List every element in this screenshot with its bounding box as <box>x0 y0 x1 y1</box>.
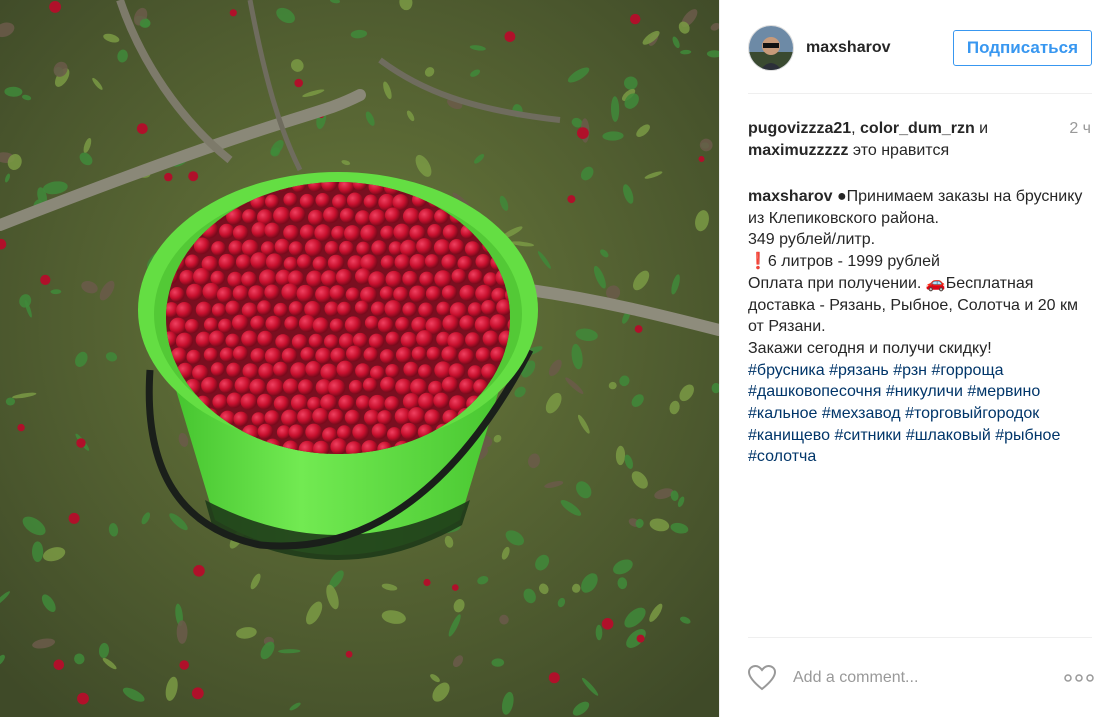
hashtag-link[interactable]: #рязань <box>829 362 889 379</box>
hashtag-link[interactable]: #рыбное <box>995 427 1060 444</box>
caption-text: ●Принимаем заказы на бруснику из Клепико… <box>748 188 1083 357</box>
avatar[interactable] <box>748 25 794 71</box>
hashtag-link[interactable]: #солотча <box>748 448 816 465</box>
hashtag-link[interactable]: #брусника <box>748 362 825 379</box>
post-header: maxsharov Подписаться <box>748 22 1092 74</box>
comment-divider <box>748 637 1092 638</box>
caption-author[interactable]: maxsharov <box>748 188 833 205</box>
likes-separator: , <box>851 120 861 137</box>
post-photo[interactable] <box>0 0 719 717</box>
comment-bar <box>748 660 1094 696</box>
hashtag-link[interactable]: #ситники <box>834 427 901 444</box>
berries-bucket-image <box>0 0 719 717</box>
hashtag-link[interactable]: #кальное <box>748 405 817 422</box>
header-divider <box>748 93 1092 94</box>
likes-suffix: это нравится <box>848 142 950 159</box>
likes-conjunction: и <box>974 120 989 137</box>
liker-link[interactable]: maximuzzzzz <box>748 142 848 159</box>
hashtag-link[interactable]: #торговыйгородок <box>905 405 1039 422</box>
post-timestamp[interactable]: 2 ч <box>1069 118 1091 140</box>
hashtag-link[interactable]: #рзн <box>893 362 927 379</box>
comment-input[interactable] <box>791 668 1064 688</box>
hashtag-link[interactable]: #шлаковый <box>906 427 991 444</box>
hashtag-link[interactable]: #мервино <box>967 383 1040 400</box>
post-sidebar: maxsharov Подписаться pugovizzza21, colo… <box>719 0 1119 717</box>
hashtag-link[interactable]: #канищево <box>748 427 830 444</box>
hashtag-link[interactable]: #никуличи <box>886 383 963 400</box>
likes-summary: pugovizzza21, color_dum_rzn и maximuzzzzz… <box>748 118 1048 162</box>
heart-icon[interactable] <box>748 665 776 691</box>
hashtag-link[interactable]: #дашковопесочня <box>748 383 881 400</box>
liker-link[interactable]: color_dum_rzn <box>860 120 975 137</box>
hashtag-link[interactable]: #горроща <box>931 362 1003 379</box>
liker-link[interactable]: pugovizzza21 <box>748 120 851 137</box>
follow-button[interactable]: Подписаться <box>952 30 1092 66</box>
more-options-icon[interactable] <box>1064 673 1094 683</box>
hashtag-link[interactable]: #мехзавод <box>822 405 901 422</box>
post-caption: maxsharov ●Принимаем заказы на бруснику … <box>748 186 1096 468</box>
hashtag-list: #брусника #рязань #рзн #горроща #дашково… <box>748 362 1060 466</box>
post-author-username[interactable]: maxsharov <box>806 39 953 57</box>
